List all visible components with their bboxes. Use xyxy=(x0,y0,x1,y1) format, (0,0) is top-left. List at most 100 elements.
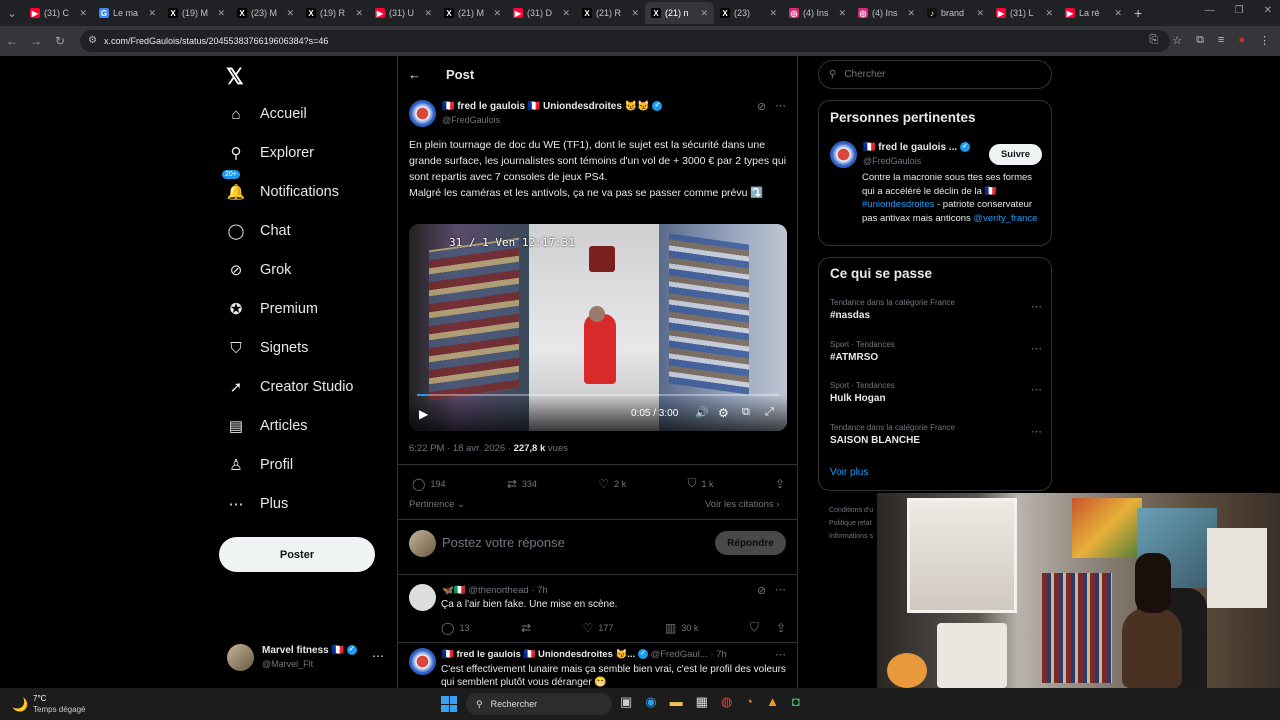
tab-close-icon[interactable]: ✕ xyxy=(907,8,915,19)
more-options-icon[interactable]: ⋯ xyxy=(372,649,384,663)
browser-tab[interactable]: X (21) n ✕ xyxy=(645,2,714,24)
browser-tab[interactable]: ♪ brand ✕ xyxy=(921,2,990,24)
share-button[interactable]: ⇪ xyxy=(775,476,785,491)
author-handle[interactable]: @FredGaulois xyxy=(442,115,500,125)
close-window-button[interactable]: ✕ xyxy=(1264,5,1272,16)
nav-item-plus[interactable]: ⋯ Plus xyxy=(226,494,289,514)
reply-input[interactable]: Postez votre réponse xyxy=(442,535,565,550)
browser-tab[interactable]: G Le ma ✕ xyxy=(93,2,162,24)
browser-tab[interactable]: ▶ (31) C ✕ xyxy=(24,2,93,24)
vlc-icon[interactable]: ▲ xyxy=(766,694,779,710)
forward-icon[interactable]: → xyxy=(24,34,48,48)
nav-item-profil[interactable]: ♙ Profil xyxy=(226,455,293,475)
nav-item-explorer[interactable]: ⚲ Explorer xyxy=(226,143,315,163)
back-arrow-icon[interactable]: ← xyxy=(408,67,421,82)
avatar[interactable] xyxy=(830,141,857,168)
install-app-icon[interactable]: ⎘ xyxy=(1149,34,1158,47)
trend-more-icon[interactable]: ⋯ xyxy=(1031,342,1042,355)
trend-item[interactable]: Sport · Tendances #ATMRSO ⋯ xyxy=(830,340,1042,363)
tab-close-icon[interactable]: ✕ xyxy=(769,8,777,19)
grok-icon[interactable]: ⊘ xyxy=(757,100,766,113)
trend-item[interactable]: Sport · Tendances Hulk Hogan ⋯ xyxy=(830,381,1042,404)
author-name[interactable]: 🇫🇷 fred le gaulois 🇫🇷 Uniondesdroites 😼😼… xyxy=(442,101,663,112)
tab-close-icon[interactable]: ✕ xyxy=(838,8,846,19)
trend-item[interactable]: Tendance dans la catégorie France SAISON … xyxy=(830,423,1042,446)
grok-icon[interactable]: ⊘ xyxy=(757,584,766,597)
trend-more-icon[interactable]: ⋯ xyxy=(1031,425,1042,438)
trend-more-icon[interactable]: ⋯ xyxy=(1031,300,1042,313)
fullscreen-icon[interactable]: ⤢ xyxy=(765,406,774,419)
tab-close-icon[interactable]: ✕ xyxy=(631,8,639,19)
address-bar[interactable]: ⚙ x.com/FredGaulois/status/2045538376619… xyxy=(80,30,1170,52)
bookmark-button[interactable]: ⛉ ⇪ xyxy=(750,620,786,635)
post-video[interactable]: 31 / 1 Ven 12:17:31 ▶ 0:05 / 3:00 🔊 ⚙ ⧉ … xyxy=(409,224,787,431)
x-logo-icon[interactable]: 𝕏 xyxy=(226,64,244,90)
browser-tab[interactable]: X (23) ✕ xyxy=(714,2,783,24)
new-tab-button[interactable]: + xyxy=(1134,5,1142,21)
sort-dropdown[interactable]: Pertinence ⌄ xyxy=(409,499,465,510)
repost-button[interactable]: ⇄ xyxy=(521,620,531,635)
nav-item-notifications[interactable]: 🔔 20+ Notifications xyxy=(222,170,339,202)
info-link[interactable]: Informations s xyxy=(829,530,877,543)
search-input[interactable]: ⚲ Chercher xyxy=(818,60,1052,89)
like-button[interactable]: ♡ 2 k xyxy=(598,476,626,491)
nav-item-signets[interactable]: ⛉ Signets xyxy=(226,338,308,358)
edge-icon[interactable]: ◉ xyxy=(645,694,656,710)
settings-icon[interactable]: ⚙ xyxy=(718,406,729,420)
view-quotes-link[interactable]: Voir les citations › xyxy=(705,499,779,510)
store-icon[interactable]: ▦ xyxy=(696,694,708,710)
account-switcher[interactable]: Marvel fitness 🇫🇷 ✓ @Marvel_Flt ⋯ xyxy=(227,644,387,674)
reload-icon[interactable]: ↻ xyxy=(48,34,72,48)
minimize-button[interactable]: — xyxy=(1205,5,1215,16)
trend-item[interactable]: Tendance dans la catégorie France #nasdas… xyxy=(830,298,1042,321)
task-view-icon[interactable]: ▣ xyxy=(620,694,632,710)
trend-more-icon[interactable]: ⋯ xyxy=(1031,383,1042,396)
person-handle[interactable]: @FredGaulois xyxy=(863,156,921,166)
repost-button[interactable]: ⇄ 334 xyxy=(507,476,537,491)
tab-close-icon[interactable]: ✕ xyxy=(562,8,570,19)
browser-tab[interactable]: X (19) M ✕ xyxy=(162,2,231,24)
nav-item-chat[interactable]: ◯ Chat xyxy=(226,221,291,241)
tab-list-chevron-icon[interactable]: ⌄ xyxy=(0,6,24,20)
browser-tab[interactable]: X (23) M ✕ xyxy=(231,2,300,24)
browser-tab[interactable]: ▶ (31) D ✕ xyxy=(507,2,576,24)
tab-close-icon[interactable]: ✕ xyxy=(79,8,87,19)
extensions-icon[interactable]: ⧉ xyxy=(1196,34,1204,47)
browser-tab[interactable]: ◎ (4) Ins ✕ xyxy=(783,2,852,24)
browser-tab[interactable]: ▶ La ré ✕ xyxy=(1059,2,1128,24)
browser-tab[interactable]: ◎ (4) Ins ✕ xyxy=(852,2,921,24)
pip-icon[interactable]: ⧉ xyxy=(742,406,750,419)
app-icon[interactable]: ◘ xyxy=(792,694,800,710)
follow-button[interactable]: Suivre xyxy=(989,144,1042,165)
browser-tab[interactable]: X (21) M ✕ xyxy=(438,2,507,24)
file-explorer-icon[interactable]: ▬ xyxy=(670,694,683,710)
nav-item-premium[interactable]: ✪ Premium xyxy=(226,299,318,319)
weather-icon[interactable]: 🌙 xyxy=(12,697,28,713)
video-progress-track[interactable] xyxy=(417,394,779,396)
nav-item-creator-studio[interactable]: ➚ Creator Studio xyxy=(226,377,354,397)
site-info-icon[interactable]: ⚙ xyxy=(88,35,97,46)
media-icon[interactable]: ≡ xyxy=(1218,34,1224,47)
nav-item-accueil[interactable]: ⌂ Accueil xyxy=(226,104,306,124)
tab-close-icon[interactable]: ✕ xyxy=(286,8,294,19)
browser-tab[interactable]: ▶ (31) L ✕ xyxy=(990,2,1059,24)
tab-close-icon[interactable]: ✕ xyxy=(1045,8,1053,19)
like-button[interactable]: ♡ 177 xyxy=(583,620,614,635)
tab-close-icon[interactable]: ✕ xyxy=(976,8,984,19)
tab-close-icon[interactable]: ✕ xyxy=(217,8,225,19)
reply-submit-button[interactable]: Répondre xyxy=(715,531,786,555)
windows-start-icon[interactable] xyxy=(441,696,457,712)
tab-close-icon[interactable]: ✕ xyxy=(493,8,501,19)
show-more-link[interactable]: Voir plus xyxy=(830,467,868,478)
reply-more-icon[interactable]: ⋯ xyxy=(775,583,786,596)
nav-item-grok[interactable]: ⊘ Grok xyxy=(226,260,292,280)
browser-tab[interactable]: X (19) R ✕ xyxy=(300,2,369,24)
views-button[interactable]: ▥ 30 k xyxy=(665,620,698,635)
tab-close-icon[interactable]: ✕ xyxy=(700,8,708,19)
tab-close-icon[interactable]: ✕ xyxy=(1114,8,1122,19)
post-button[interactable]: Poster xyxy=(219,537,375,572)
person-name[interactable]: 🇫🇷 fred le gaulois ... ✓ xyxy=(863,142,970,153)
reply-more-icon[interactable]: ⋯ xyxy=(775,648,786,661)
reply-button[interactable]: ◯ 13 xyxy=(441,620,469,635)
bookmark-star-icon[interactable]: ☆ xyxy=(1172,34,1182,47)
